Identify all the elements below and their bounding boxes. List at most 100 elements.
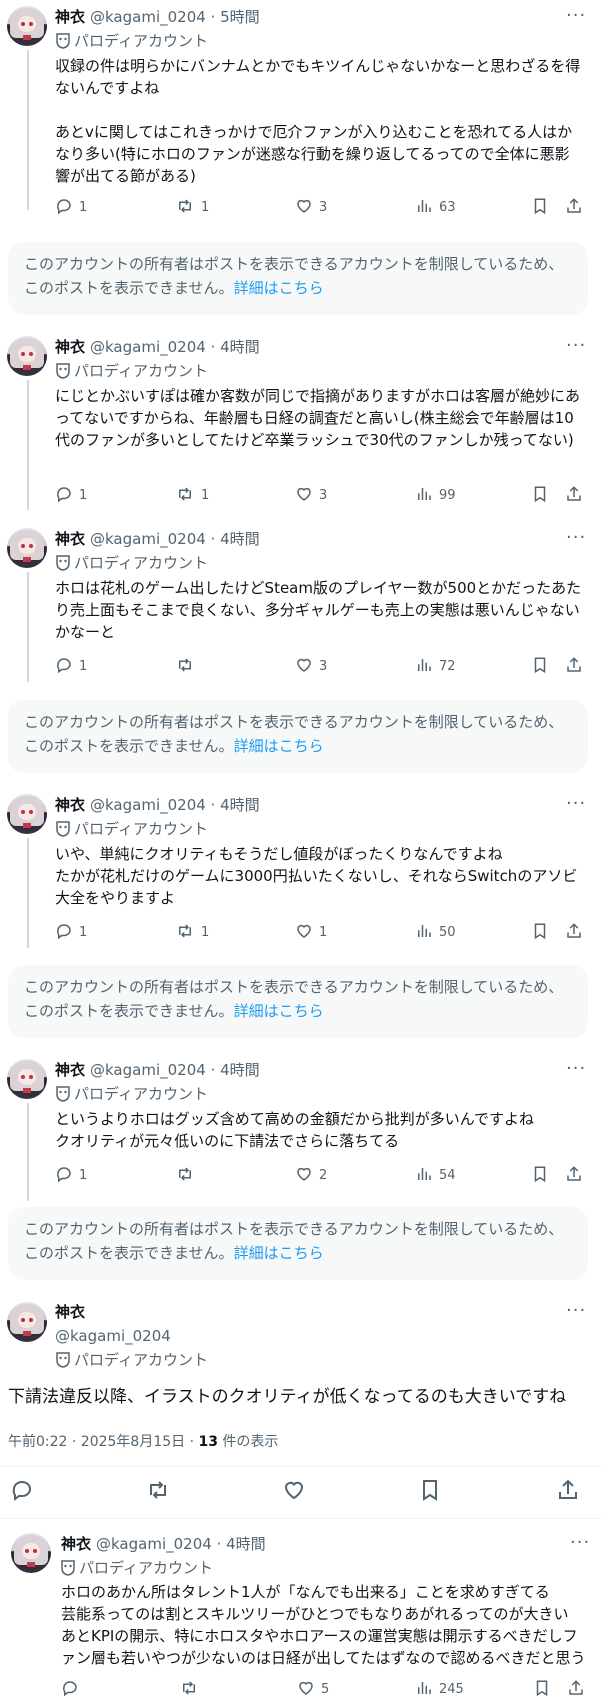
learn-more-link[interactable]: 詳細はこちら	[234, 279, 324, 297]
share-button[interactable]	[556, 1478, 580, 1506]
reply-button[interactable]: 1	[55, 656, 87, 676]
author-handle[interactable]: @kagami_0204	[55, 1326, 171, 1346]
author-name[interactable]: 神衣	[55, 7, 85, 27]
author-name[interactable]: 神衣	[61, 1534, 91, 1554]
share-button[interactable]	[565, 197, 589, 217]
like-button[interactable]: 3	[295, 485, 327, 505]
avatar[interactable]	[7, 1059, 47, 1099]
author-handle[interactable]: @kagami_0204 · 4時間	[96, 1534, 266, 1554]
author-name[interactable]: 神衣	[55, 1302, 85, 1322]
like-button[interactable]: 3	[295, 656, 327, 676]
learn-more-link[interactable]: 詳細はこちら	[234, 1002, 324, 1020]
bookmark-button[interactable]	[533, 1679, 557, 1699]
views-button[interactable]: 99	[415, 485, 456, 505]
learn-more-link[interactable]: 詳細はこちら	[234, 1244, 324, 1262]
bookmark-icon	[423, 1480, 437, 1501]
repost-button[interactable]: 1	[175, 197, 209, 217]
more-icon[interactable]: ···	[566, 1060, 586, 1083]
like-button[interactable]: 5	[297, 1679, 329, 1699]
post-meta: 午前0:22 · 2025年8月15日 · 13 件の表示	[8, 1432, 278, 1452]
parody-mask-icon	[56, 1352, 70, 1368]
reply-button[interactable]: 1	[55, 485, 87, 505]
author-handle[interactable]: @kagami_0204 · 5時間	[90, 7, 260, 27]
repost-button[interactable]	[146, 1478, 170, 1506]
like-button[interactable]	[282, 1478, 306, 1506]
like-button[interactable]: 1	[295, 922, 327, 942]
views-button[interactable]: 54	[415, 1165, 456, 1185]
like-button[interactable]: 3	[295, 197, 327, 217]
author-name[interactable]: 神衣	[55, 1060, 85, 1080]
reply-button[interactable]: 1	[55, 922, 87, 942]
like-button[interactable]: 2	[295, 1165, 327, 1185]
share-button[interactable]	[565, 485, 589, 505]
more-icon[interactable]: ···	[566, 529, 586, 552]
bookmark-button[interactable]	[531, 656, 555, 676]
avatar[interactable]	[7, 336, 47, 376]
more-icon[interactable]: ···	[566, 7, 586, 30]
more-icon[interactable]: ···	[570, 1534, 590, 1557]
post-actions: 5 245	[61, 1679, 591, 1699]
parody-label: パロディアカウント	[56, 819, 208, 839]
avatar[interactable]	[11, 1533, 51, 1573]
bookmark-button[interactable]	[531, 197, 555, 217]
more-icon[interactable]: ···	[566, 795, 586, 818]
like-icon	[297, 199, 311, 213]
avatar[interactable]	[7, 1302, 47, 1342]
restricted-post-notice: このアカウントの所有者はポストを表示できるアカウントを制限しているため、このポス…	[8, 965, 588, 1038]
avatar[interactable]	[7, 6, 47, 46]
reply-button[interactable]	[10, 1478, 34, 1506]
restricted-post-notice: このアカウントの所有者はポストを表示できるアカウントを制限しているため、このポス…	[8, 1207, 588, 1280]
repost-button[interactable]: 1	[175, 485, 209, 505]
avatar[interactable]	[7, 794, 47, 834]
reply-button[interactable]	[61, 1679, 85, 1699]
like-icon	[297, 658, 311, 672]
repost-button[interactable]	[179, 1679, 205, 1699]
thread-line	[27, 572, 29, 682]
author-handle[interactable]: @kagami_0204 · 4時間	[90, 795, 260, 815]
parody-mask-icon	[56, 821, 70, 837]
like-icon	[284, 1481, 304, 1500]
post-text: 収録の件は明らかにバンナムとかでもキツイんじゃないかなーと思わざるを得ないんです…	[55, 57, 581, 185]
views-button[interactable]: 50	[415, 922, 456, 942]
bookmark-button[interactable]	[531, 1165, 555, 1185]
share-button[interactable]	[565, 656, 589, 676]
bookmark-button[interactable]	[531, 922, 555, 942]
author-name[interactable]: 神衣	[55, 529, 85, 549]
views-button[interactable]: 63	[415, 197, 456, 217]
author-handle[interactable]: @kagami_0204 · 4時間	[90, 337, 260, 357]
post-timestamp[interactable]: 午前0:22 · 2025年8月15日 ·	[8, 1434, 199, 1450]
reply-button[interactable]: 1	[55, 1165, 87, 1185]
author-name[interactable]: 神衣	[55, 795, 85, 815]
repost-button[interactable]	[175, 1165, 201, 1185]
views-button[interactable]: 245	[415, 1679, 464, 1699]
repost-button[interactable]	[175, 656, 201, 676]
reply-icon	[57, 658, 71, 674]
like-icon	[299, 1681, 313, 1695]
post-text: ホロは花札のゲーム出したけどSteam版のプレイヤー数が500とかだったあたり売…	[55, 579, 582, 641]
views-icon	[418, 488, 431, 500]
parody-mask-icon	[56, 33, 70, 49]
reply-button[interactable]: 1	[55, 197, 87, 217]
repost-icon	[179, 658, 191, 672]
share-icon	[559, 1479, 577, 1499]
reply-icon	[57, 199, 71, 215]
author-name[interactable]: 神衣	[55, 337, 85, 357]
bookmark-icon	[534, 923, 546, 940]
restricted-post-notice: このアカウントの所有者はポストを表示できるアカウントを制限しているため、このポス…	[8, 700, 588, 773]
repost-button[interactable]: 1	[175, 922, 209, 942]
author-handle[interactable]: @kagami_0204 · 4時間	[90, 1060, 260, 1080]
share-button[interactable]	[565, 1165, 589, 1185]
share-icon	[567, 923, 581, 938]
post-text: にじとかぶいすぽは確か客数が同じで指摘がありますがホロは客層が絶妙にあってないで…	[55, 387, 581, 449]
share-button[interactable]	[567, 1679, 591, 1699]
share-button[interactable]	[565, 922, 589, 942]
parody-label: パロディアカウント	[56, 1084, 208, 1104]
author-handle[interactable]: @kagami_0204 · 4時間	[90, 529, 260, 549]
views-button[interactable]: 72	[415, 656, 456, 676]
more-icon[interactable]: ···	[566, 1302, 586, 1325]
avatar[interactable]	[7, 528, 47, 568]
more-icon[interactable]: ···	[566, 337, 586, 360]
learn-more-link[interactable]: 詳細はこちら	[234, 737, 324, 755]
bookmark-button[interactable]	[531, 485, 555, 505]
bookmark-button[interactable]	[418, 1478, 442, 1506]
